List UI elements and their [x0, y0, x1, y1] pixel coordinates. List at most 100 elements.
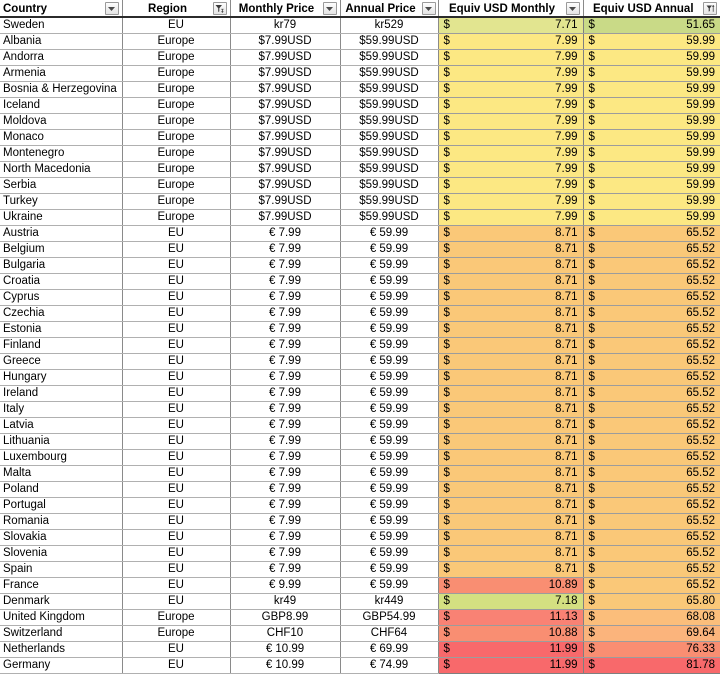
- cell-annual-price[interactable]: € 59.99: [340, 337, 439, 354]
- cell-country[interactable]: Finland: [0, 337, 123, 354]
- cell-region[interactable]: Europe: [122, 81, 231, 98]
- cell-region[interactable]: EU: [122, 241, 231, 258]
- cell-region[interactable]: EU: [122, 545, 231, 562]
- filter-applied-icon-region[interactable]: [212, 2, 227, 15]
- cell-monthly-price[interactable]: $7.99USD: [230, 161, 341, 178]
- cell-equiv-usd-monthly[interactable]: $8.71: [438, 321, 584, 338]
- cell-country[interactable]: Denmark: [0, 593, 123, 610]
- cell-annual-price[interactable]: kr449: [340, 593, 439, 610]
- cell-annual-price[interactable]: € 59.99: [340, 465, 439, 482]
- cell-country[interactable]: Estonia: [0, 321, 123, 338]
- cell-country[interactable]: Bulgaria: [0, 257, 123, 274]
- cell-monthly-price[interactable]: € 7.99: [230, 273, 341, 290]
- cell-equiv-usd-annual[interactable]: $59.99: [583, 161, 720, 178]
- cell-equiv-usd-annual[interactable]: $59.99: [583, 65, 720, 82]
- column-header-equiv-usd-annual[interactable]: Equiv USD Annual: [583, 0, 720, 18]
- cell-equiv-usd-monthly[interactable]: $8.71: [438, 225, 584, 242]
- cell-country[interactable]: Austria: [0, 225, 123, 242]
- cell-country[interactable]: Czechia: [0, 305, 123, 322]
- cell-region[interactable]: Europe: [122, 145, 231, 162]
- cell-equiv-usd-annual[interactable]: $65.52: [583, 305, 720, 322]
- cell-annual-price[interactable]: € 59.99: [340, 481, 439, 498]
- cell-annual-price[interactable]: € 59.99: [340, 257, 439, 274]
- cell-region[interactable]: EU: [122, 417, 231, 434]
- cell-monthly-price[interactable]: $7.99USD: [230, 49, 341, 66]
- cell-country[interactable]: Albania: [0, 33, 123, 50]
- cell-region[interactable]: Europe: [122, 49, 231, 66]
- cell-country[interactable]: Sweden: [0, 17, 123, 34]
- cell-equiv-usd-monthly[interactable]: $10.89: [438, 577, 584, 594]
- cell-equiv-usd-monthly[interactable]: $7.99: [438, 145, 584, 162]
- cell-monthly-price[interactable]: $7.99USD: [230, 177, 341, 194]
- cell-region[interactable]: EU: [122, 385, 231, 402]
- cell-region[interactable]: EU: [122, 641, 231, 658]
- cell-annual-price[interactable]: $59.99USD: [340, 209, 439, 226]
- cell-monthly-price[interactable]: $7.99USD: [230, 97, 341, 114]
- cell-equiv-usd-monthly[interactable]: $7.99: [438, 65, 584, 82]
- cell-region[interactable]: EU: [122, 305, 231, 322]
- cell-region[interactable]: EU: [122, 17, 231, 34]
- cell-equiv-usd-annual[interactable]: $59.99: [583, 209, 720, 226]
- cell-annual-price[interactable]: € 59.99: [340, 385, 439, 402]
- cell-country[interactable]: France: [0, 577, 123, 594]
- cell-equiv-usd-annual[interactable]: $65.52: [583, 369, 720, 386]
- cell-country[interactable]: Lithuania: [0, 433, 123, 450]
- cell-country[interactable]: Greece: [0, 353, 123, 370]
- cell-monthly-price[interactable]: € 7.99: [230, 513, 341, 530]
- cell-equiv-usd-monthly[interactable]: $7.99: [438, 81, 584, 98]
- cell-monthly-price[interactable]: $7.99USD: [230, 193, 341, 210]
- cell-country[interactable]: Ukraine: [0, 209, 123, 226]
- cell-monthly-price[interactable]: € 7.99: [230, 305, 341, 322]
- cell-equiv-usd-monthly[interactable]: $11.13: [438, 609, 584, 626]
- cell-monthly-price[interactable]: € 7.99: [230, 481, 341, 498]
- cell-country[interactable]: Ireland: [0, 385, 123, 402]
- cell-monthly-price[interactable]: € 7.99: [230, 225, 341, 242]
- cell-equiv-usd-monthly[interactable]: $10.88: [438, 625, 584, 642]
- cell-annual-price[interactable]: € 59.99: [340, 433, 439, 450]
- cell-monthly-price[interactable]: € 7.99: [230, 369, 341, 386]
- cell-equiv-usd-monthly[interactable]: $7.99: [438, 97, 584, 114]
- cell-region[interactable]: EU: [122, 449, 231, 466]
- cell-equiv-usd-annual[interactable]: $65.52: [583, 321, 720, 338]
- cell-country[interactable]: Portugal: [0, 497, 123, 514]
- cell-equiv-usd-annual[interactable]: $59.99: [583, 193, 720, 210]
- cell-region[interactable]: Europe: [122, 609, 231, 626]
- cell-country[interactable]: Bosnia & Herzegovina: [0, 81, 123, 98]
- cell-equiv-usd-annual[interactable]: $65.52: [583, 577, 720, 594]
- cell-equiv-usd-annual[interactable]: $69.64: [583, 625, 720, 642]
- cell-country[interactable]: Croatia: [0, 273, 123, 290]
- filter-dropdown-icon-country[interactable]: [104, 2, 119, 15]
- cell-equiv-usd-annual[interactable]: $65.52: [583, 353, 720, 370]
- cell-region[interactable]: EU: [122, 257, 231, 274]
- cell-equiv-usd-monthly[interactable]: $8.71: [438, 481, 584, 498]
- cell-monthly-price[interactable]: € 7.99: [230, 401, 341, 418]
- cell-annual-price[interactable]: $59.99USD: [340, 161, 439, 178]
- cell-annual-price[interactable]: € 59.99: [340, 273, 439, 290]
- cell-equiv-usd-monthly[interactable]: $7.99: [438, 113, 584, 130]
- cell-region[interactable]: Europe: [122, 97, 231, 114]
- cell-region[interactable]: Europe: [122, 129, 231, 146]
- cell-country[interactable]: Turkey: [0, 193, 123, 210]
- cell-equiv-usd-annual[interactable]: $59.99: [583, 129, 720, 146]
- filter-dropdown-icon-equiv-usd-monthly[interactable]: [565, 2, 580, 15]
- cell-equiv-usd-monthly[interactable]: $7.99: [438, 129, 584, 146]
- cell-region[interactable]: Europe: [122, 193, 231, 210]
- cell-equiv-usd-monthly[interactable]: $8.71: [438, 433, 584, 450]
- cell-annual-price[interactable]: € 59.99: [340, 401, 439, 418]
- cell-equiv-usd-monthly[interactable]: $8.71: [438, 241, 584, 258]
- cell-annual-price[interactable]: CHF64: [340, 625, 439, 642]
- sort-ascending-filter-icon-equiv-usd-annual[interactable]: [703, 2, 717, 15]
- cell-equiv-usd-monthly[interactable]: $8.71: [438, 561, 584, 578]
- cell-country[interactable]: North Macedonia: [0, 161, 123, 178]
- cell-annual-price[interactable]: € 59.99: [340, 225, 439, 242]
- cell-equiv-usd-monthly[interactable]: $8.71: [438, 273, 584, 290]
- cell-annual-price[interactable]: € 59.99: [340, 497, 439, 514]
- cell-region[interactable]: EU: [122, 513, 231, 530]
- cell-region[interactable]: Europe: [122, 33, 231, 50]
- cell-annual-price[interactable]: € 59.99: [340, 449, 439, 466]
- cell-equiv-usd-annual[interactable]: $65.52: [583, 433, 720, 450]
- cell-equiv-usd-monthly[interactable]: $7.99: [438, 33, 584, 50]
- cell-region[interactable]: Europe: [122, 113, 231, 130]
- cell-equiv-usd-annual[interactable]: $65.52: [583, 257, 720, 274]
- cell-equiv-usd-annual[interactable]: $65.52: [583, 449, 720, 466]
